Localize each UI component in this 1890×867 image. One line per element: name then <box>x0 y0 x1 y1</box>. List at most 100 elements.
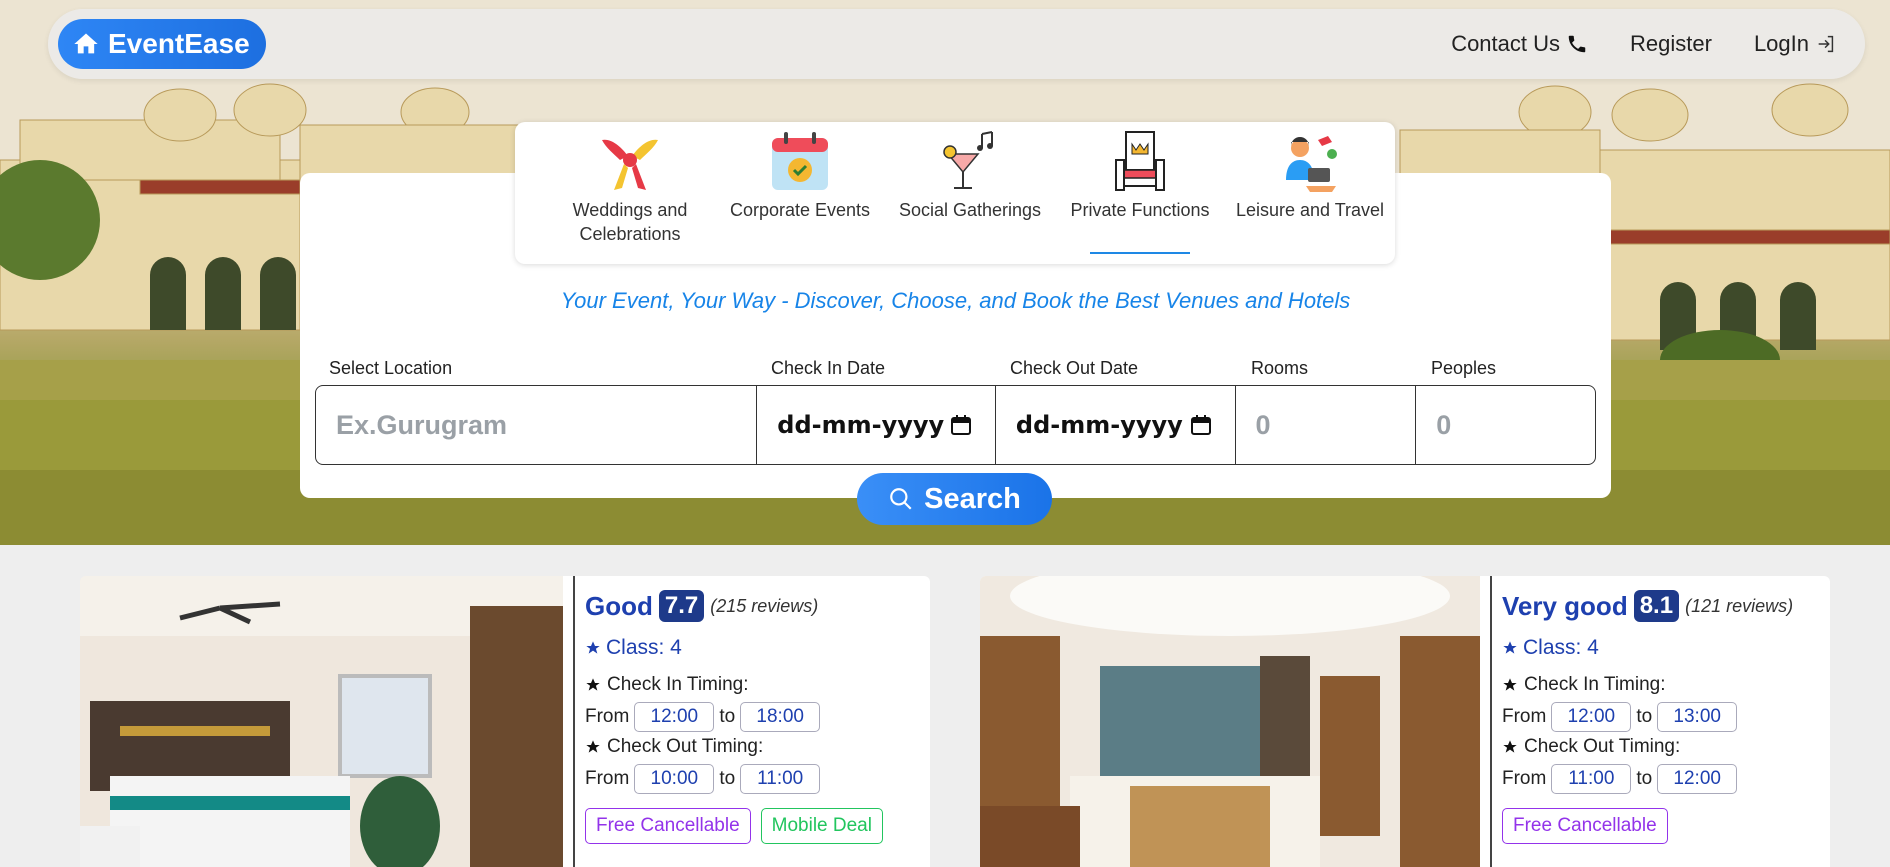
hotel-room-photo <box>80 576 563 867</box>
category-tabs: Weddings and Celebrations Corporate Even… <box>515 122 1395 264</box>
tab-label: Weddings and Celebrations <box>572 200 688 244</box>
checkout-timing-label: Check Out Timing: <box>585 736 930 758</box>
checkin-timing-label: Check In Timing: <box>1502 674 1830 696</box>
checkin-time-row: From 12:00 to 18:00 <box>585 702 930 732</box>
checkin-to-time: 18:00 <box>740 702 821 732</box>
checkin-timing-label: Check In Timing: <box>585 674 930 696</box>
brand-logo-button[interactable]: EventEase <box>58 19 266 69</box>
checkin-label: Check In Date <box>771 358 886 378</box>
free-cancellable-badge: Free Cancellable <box>1502 808 1668 844</box>
tab-private[interactable]: Private Functions <box>1055 122 1225 264</box>
rating-row: Very good 8.1 (121 reviews) <box>1502 590 1830 622</box>
calendar-icon[interactable] <box>949 413 973 437</box>
home-icon <box>74 33 98 54</box>
phone-icon <box>1568 35 1586 53</box>
hotel-card[interactable]: Good 7.7 (215 reviews) Class: 4 Check In… <box>80 576 930 867</box>
hotel-class: Class: 4 <box>585 636 930 660</box>
to-text: to <box>1636 768 1653 789</box>
search-button[interactable]: Search <box>857 473 1052 525</box>
tab-label: Corporate Events <box>729 200 871 220</box>
checkin-date-value: dd-mm-yyyy <box>777 411 945 439</box>
rating-row: Good 7.7 (215 reviews) <box>585 590 930 622</box>
calendar-check-icon <box>772 132 828 190</box>
register-label: Register <box>1630 31 1712 56</box>
checkout-label: Check Out Date <box>1010 358 1139 378</box>
rating-score-badge: 7.7 <box>658 590 705 622</box>
deal-badges: Free Cancellable Mobile Deal <box>585 808 930 844</box>
star-icon <box>1503 740 1517 753</box>
peoples-input[interactable]: 0 <box>1416 386 1595 464</box>
checkin-to-time: 13:00 <box>1657 702 1738 732</box>
location-placeholder: Ex.Gurugram <box>336 409 508 440</box>
checkin-from-time: 12:00 <box>1551 702 1632 732</box>
tab-social[interactable]: Social Gatherings <box>885 122 1055 264</box>
hotel-class-label: Class: 4 <box>1523 636 1599 659</box>
checkin-timing-text: Check In Timing: <box>1524 674 1666 695</box>
checkout-date-value: dd-mm-yyyy <box>1015 411 1183 439</box>
tab-corporate[interactable]: Corporate Events <box>715 122 885 264</box>
peoples-placeholder: 0 <box>1436 409 1452 440</box>
star-icon <box>586 641 600 654</box>
hotel-class: Class: 4 <box>1502 636 1830 660</box>
from-text: From <box>1502 768 1547 789</box>
hotel-info: Good 7.7 (215 reviews) Class: 4 Check In… <box>573 576 930 867</box>
login-label: LogIn <box>1753 31 1809 56</box>
from-text: From <box>585 768 630 789</box>
deal-badges: Free Cancellable <box>1502 808 1830 844</box>
star-icon <box>1503 678 1517 691</box>
login-arrow-icon <box>1818 35 1834 53</box>
checkout-to-time: 12:00 <box>1657 764 1738 794</box>
checkout-to-time: 11:00 <box>740 764 821 794</box>
wedding-knot-icon <box>602 139 658 190</box>
checkout-from-time: 10:00 <box>634 764 715 794</box>
star-icon <box>586 740 600 753</box>
location-label: Select Location <box>329 358 453 378</box>
traveler-icon <box>1286 136 1337 192</box>
brand-name: EventEase <box>108 28 250 59</box>
tab-weddings[interactable]: Weddings and Celebrations <box>545 122 715 264</box>
checkout-time-row: From 10:00 to 11:00 <box>585 764 930 794</box>
review-count: (215 reviews) <box>710 595 819 616</box>
checkout-timing-text: Check Out Timing: <box>1524 736 1681 757</box>
mobile-deal-badge: Mobile Deal <box>760 808 883 844</box>
checkout-timing-text: Check Out Timing: <box>607 736 764 757</box>
checkin-from-time: 12:00 <box>634 702 715 732</box>
throne-icon <box>1115 131 1165 191</box>
hotel-room-photo <box>980 576 1480 867</box>
tab-leisure[interactable]: Leisure and Travel <box>1225 122 1395 264</box>
tab-label: Private Functions <box>1070 200 1210 220</box>
register-link[interactable]: Register <box>1630 31 1712 57</box>
checkout-from-time: 11:00 <box>1551 764 1632 794</box>
rooms-input[interactable]: 0 <box>1236 386 1417 464</box>
to-text: to <box>1636 706 1653 727</box>
login-link[interactable]: LogIn <box>1754 31 1837 57</box>
rooms-placeholder: 0 <box>1255 409 1271 440</box>
hotel-class-label: Class: 4 <box>606 636 682 659</box>
star-icon <box>1503 641 1517 654</box>
search-field-labels: Select Location Check In Date Check Out … <box>0 358 1890 382</box>
location-input[interactable]: Ex.Gurugram <box>316 386 758 464</box>
cocktail-icon <box>943 131 993 189</box>
search-fields: Ex.Gurugram dd-mm-yyyy dd-mm-yyyy 0 0 <box>315 385 1596 465</box>
contact-us-link[interactable]: Contact Us <box>1451 31 1588 57</box>
rating-score-badge: 8.1 <box>1633 590 1680 622</box>
from-text: From <box>585 706 630 727</box>
rating-word: Very good <box>1502 590 1628 621</box>
rooms-label: Rooms <box>1251 358 1309 378</box>
contact-us-label: Contact Us <box>1451 31 1561 56</box>
tab-label: Social Gatherings <box>898 200 1042 220</box>
checkin-timing-text: Check In Timing: <box>607 674 749 695</box>
checkout-date-input[interactable]: dd-mm-yyyy <box>996 386 1236 464</box>
hotel-card[interactable]: Very good 8.1 (121 reviews) Class: 4 Che… <box>980 576 1830 867</box>
checkin-date-input[interactable]: dd-mm-yyyy <box>757 386 996 464</box>
calendar-icon[interactable] <box>1189 413 1213 437</box>
checkout-timing-label: Check Out Timing: <box>1502 736 1830 758</box>
to-text: to <box>719 706 736 727</box>
star-icon <box>586 678 600 691</box>
tab-label: Leisure and Travel <box>1235 200 1385 220</box>
to-text: to <box>719 768 736 789</box>
peoples-label: Peoples <box>1431 358 1497 378</box>
tagline: Your Event, Your Way - Discover, Choose,… <box>560 288 1351 313</box>
nav-links: Contact Us Register LogIn <box>1451 9 1837 79</box>
free-cancellable-badge: Free Cancellable <box>585 808 751 844</box>
